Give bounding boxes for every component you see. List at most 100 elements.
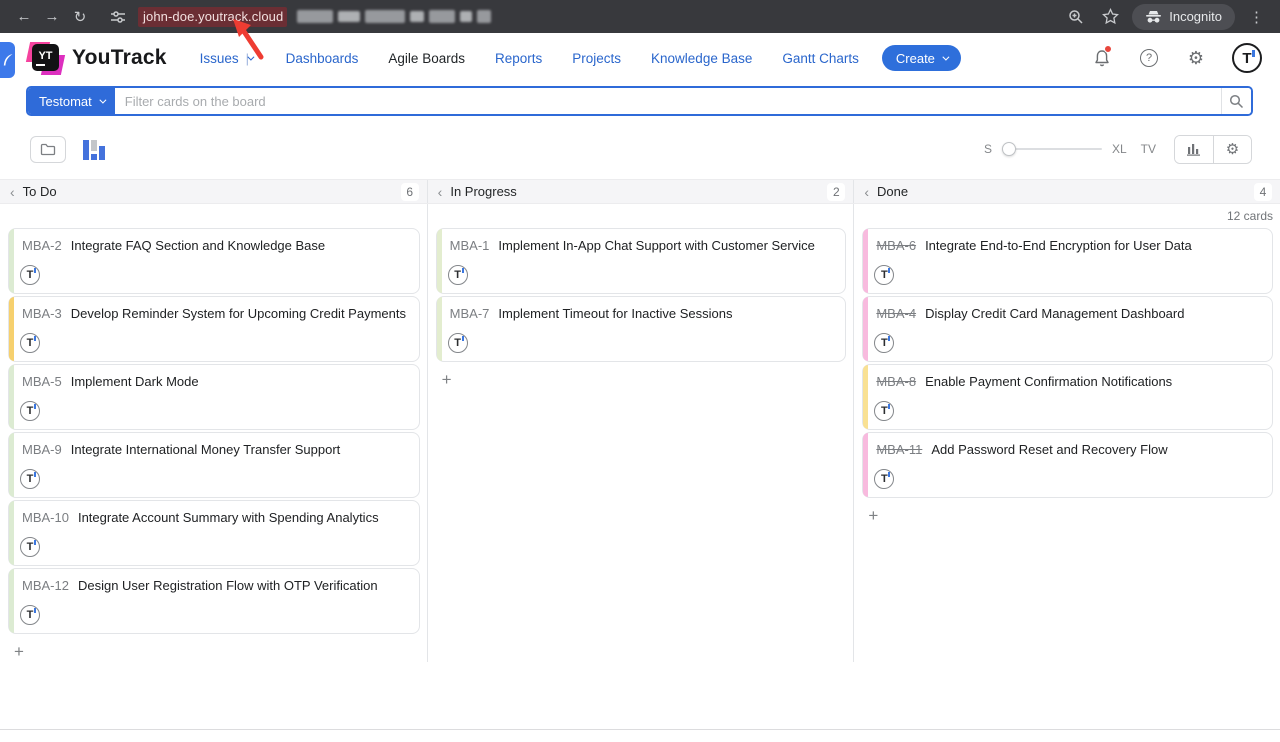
card-title[interactable]: Develop Reminder System for Upcoming Cre… [71, 306, 406, 321]
nav-gantt-charts[interactable]: Gantt Charts [767, 45, 874, 72]
nav-projects[interactable]: Projects [557, 45, 636, 72]
assignee-avatar-testomat-icon[interactable]: T [20, 537, 40, 557]
nav-knowledge-base[interactable]: Knowledge Base [636, 45, 767, 72]
create-button[interactable]: Create [882, 45, 961, 71]
chart-icon[interactable] [1175, 136, 1213, 163]
add-card-button[interactable]: + [10, 641, 28, 662]
filter-container: Testomat [26, 86, 1253, 116]
card-title[interactable]: Implement Dark Mode [71, 374, 199, 389]
assignee-avatar-testomat-icon[interactable]: T [874, 333, 894, 353]
card[interactable]: MBA-3 Develop Reminder System for Upcomin… [8, 296, 420, 362]
address-bar-url[interactable]: john-doe.youtrack.cloud [138, 7, 287, 27]
card-id[interactable]: MBA-4 [876, 306, 916, 321]
card-id[interactable]: MBA-2 [22, 238, 62, 253]
extension-quill-icon[interactable] [0, 42, 15, 78]
slider-knob[interactable] [1002, 142, 1016, 156]
column-count-badge: 4 [1254, 183, 1272, 201]
card-title[interactable]: Add Password Reset and Recovery Flow [931, 442, 1167, 457]
card-id[interactable]: MBA-6 [876, 238, 916, 253]
card-title[interactable]: Integrate International Money Transfer S… [71, 442, 341, 457]
card-id[interactable]: MBA-3 [22, 306, 62, 321]
forward-icon[interactable]: → [40, 5, 64, 29]
slider-track [1002, 148, 1102, 150]
assignee-avatar-testomat-icon[interactable]: T [448, 333, 468, 353]
nav-reports[interactable]: Reports [480, 45, 557, 72]
card-title[interactable]: Display Credit Card Management Dashboard [925, 306, 1184, 321]
column-headers: ‹ To Do 6 ‹ In Progress 2 ‹ Done 4 [0, 179, 1280, 204]
card[interactable]: MBA-11 Add Password Reset and Recovery Fl… [862, 432, 1273, 498]
card-priority-stripe [9, 569, 14, 633]
assignee-avatar-testomat-icon[interactable]: T [874, 401, 894, 421]
card[interactable]: MBA-7 Implement Timeout for Inactive Sess… [436, 296, 847, 362]
assignee-avatar-testomat-icon[interactable]: T [20, 333, 40, 353]
assignee-avatar-testomat-icon[interactable]: T [874, 265, 894, 285]
search-icon[interactable] [1221, 88, 1251, 114]
column-count-badge: 6 [401, 183, 419, 201]
assignee-avatar-testomat-icon[interactable]: T [20, 265, 40, 285]
card-id[interactable]: MBA-11 [876, 442, 922, 457]
profile-avatar[interactable]: T [1232, 43, 1262, 73]
card-title[interactable]: Implement In-App Chat Support with Custo… [498, 238, 814, 253]
site-info-icon[interactable] [106, 5, 130, 29]
card-title[interactable]: Implement Timeout for Inactive Sessions [498, 306, 732, 321]
project-selector-button[interactable]: Testomat [28, 88, 115, 114]
column-header-done: ‹ Done 4 [853, 180, 1280, 203]
card[interactable]: MBA-9 Integrate International Money Trans… [8, 432, 420, 498]
collapse-column-icon[interactable]: ‹ [864, 185, 869, 199]
card-title[interactable]: Integrate Account Summary with Spending … [78, 510, 379, 525]
notification-dot [1104, 45, 1112, 53]
settings-gear-icon[interactable]: ⚙ [1185, 47, 1207, 69]
browser-menu-icon[interactable]: ⋮ [1245, 8, 1268, 26]
collapse-column-icon[interactable]: ‹ [10, 185, 15, 199]
card[interactable]: MBA-6 Integrate End-to-End Encryption for… [862, 228, 1273, 294]
card[interactable]: MBA-8 Enable Payment Confirmation Notific… [862, 364, 1273, 430]
chart-view-toggle-icon[interactable] [82, 136, 108, 162]
assignee-avatar-testomat-icon[interactable]: T [20, 605, 40, 625]
tv-mode-button[interactable]: TV [1141, 142, 1156, 156]
column-in-progress: MBA-1 Implement In-App Chat Support with … [427, 204, 854, 662]
card-id[interactable]: MBA-12 [22, 578, 69, 593]
assignee-avatar-testomat-icon[interactable]: T [20, 469, 40, 489]
card-id[interactable]: MBA-8 [876, 374, 916, 389]
nav-dashboards[interactable]: Dashboards [271, 45, 374, 72]
assignee-avatar-testomat-icon[interactable]: T [874, 469, 894, 489]
add-card-button[interactable]: + [438, 369, 456, 390]
card-title[interactable]: Enable Payment Confirmation Notification… [925, 374, 1172, 389]
back-icon[interactable]: ← [12, 5, 36, 29]
card[interactable]: MBA-12 Design User Registration Flow with… [8, 568, 420, 634]
assignee-avatar-testomat-icon[interactable]: T [20, 401, 40, 421]
card-id[interactable]: MBA-10 [22, 510, 69, 525]
card-size-slider[interactable] [1002, 142, 1102, 156]
card[interactable]: MBA-10 Integrate Account Summary with Spe… [8, 500, 420, 566]
notifications-bell-icon[interactable] [1091, 47, 1113, 69]
bookmark-star-icon[interactable] [1098, 5, 1122, 29]
youtrack-logo[interactable]: YT [28, 40, 64, 76]
collapse-column-icon[interactable]: ‹ [438, 185, 443, 199]
card-priority-stripe [437, 229, 442, 293]
card-id[interactable]: MBA-5 [22, 374, 62, 389]
card[interactable]: MBA-2 Integrate FAQ Section and Knowledge… [8, 228, 420, 294]
card-id[interactable]: MBA-7 [450, 306, 490, 321]
assignee-avatar-testomat-icon[interactable]: T [448, 265, 468, 285]
board-settings-gear-icon[interactable]: ⚙ [1213, 136, 1251, 163]
card-title[interactable]: Integrate FAQ Section and Knowledge Base [71, 238, 325, 253]
card-title[interactable]: Integrate End-to-End Encryption for User… [925, 238, 1192, 253]
card-id[interactable]: MBA-9 [22, 442, 62, 457]
filter-input[interactable] [115, 88, 1221, 114]
card[interactable]: MBA-4 Display Credit Card Management Dash… [862, 296, 1273, 362]
reload-icon[interactable]: ↻ [68, 5, 92, 29]
backlog-folder-icon[interactable] [30, 136, 66, 163]
zoom-icon[interactable] [1064, 5, 1088, 29]
card[interactable]: MBA-5 Implement Dark Mode T [8, 364, 420, 430]
nav-agile-boards[interactable]: Agile Boards [373, 45, 480, 72]
help-icon[interactable]: ? [1138, 47, 1160, 69]
card[interactable]: MBA-1 Implement In-App Chat Support with … [436, 228, 847, 294]
card-priority-stripe [437, 297, 442, 361]
nav-issues-dropdown[interactable]: | [254, 45, 271, 72]
card-priority-stripe [863, 297, 868, 361]
card-id[interactable]: MBA-1 [450, 238, 490, 253]
card-title[interactable]: Design User Registration Flow with OTP V… [78, 578, 378, 593]
add-card-button[interactable]: + [864, 505, 882, 526]
nav-issues[interactable]: Issues [185, 45, 254, 72]
page-bottom-divider [0, 729, 1280, 730]
